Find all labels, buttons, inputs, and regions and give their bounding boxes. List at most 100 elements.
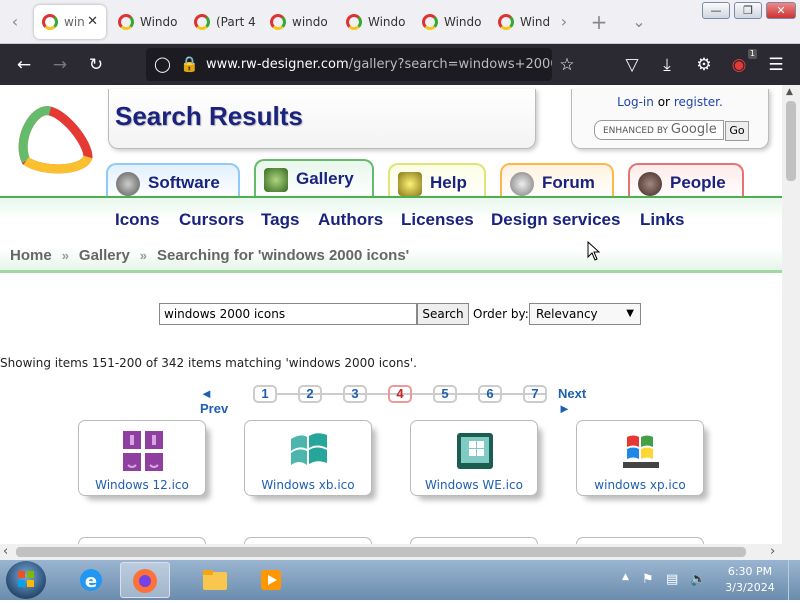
result-card[interactable]: Windows WE.ico	[410, 420, 538, 496]
login-link[interactable]: Log-in	[617, 95, 654, 109]
tab-gallery[interactable]: Gallery	[254, 159, 374, 199]
scroll-left-icon[interactable]: ‹	[3, 544, 8, 560]
menu-tags[interactable]: Tags	[261, 210, 299, 230]
clock[interactable]: 6:30 PM 3/3/2024	[720, 564, 780, 596]
result-card[interactable]: Windows 12.ico	[78, 420, 206, 496]
menu-links[interactable]: Links	[640, 210, 684, 230]
pocket-icon[interactable]: ▽	[620, 53, 644, 77]
result-card-partial[interactable]	[410, 537, 538, 544]
taskbar-media-button[interactable]	[246, 562, 296, 598]
maximize-button[interactable]: ❐	[734, 2, 762, 19]
tab-4[interactable]: windo	[262, 5, 334, 39]
taskbar-ie-button[interactable]: e	[66, 562, 116, 598]
rw-logo-icon[interactable]	[14, 99, 98, 177]
google-search-input[interactable]: ENHANCED BY Google	[594, 120, 724, 140]
tab-software[interactable]: Software	[106, 163, 240, 199]
start-button[interactable]	[6, 561, 46, 599]
breadcrumb-home[interactable]: Home	[10, 247, 52, 264]
search-button[interactable]: Search	[417, 303, 469, 325]
menu-licenses[interactable]: Licenses	[401, 210, 474, 230]
tab-close-icon[interactable]: ✕	[87, 5, 98, 39]
volume-muted-icon[interactable]: 🔈	[690, 572, 706, 587]
lock-icon[interactable]: 🔒	[180, 48, 199, 81]
extensions-icon[interactable]: ⚙	[692, 53, 716, 77]
register-link[interactable]: register.	[674, 95, 723, 109]
bookmark-star-icon[interactable]: ☆	[555, 53, 579, 77]
url-bar[interactable]: ◯ 🔒 www.rw-designer.com/gallery?search=w…	[146, 48, 552, 81]
search-input[interactable]	[159, 303, 417, 325]
result-label[interactable]: windows xp.ico	[577, 478, 703, 492]
reload-icon[interactable]: ↻	[84, 53, 108, 77]
breadcrumb-gallery[interactable]: Gallery	[79, 247, 130, 264]
tab-scroll-left-button[interactable]: ‹	[4, 8, 26, 36]
show-desktop-button[interactable]	[788, 560, 800, 600]
help-icon	[398, 172, 422, 196]
pager-page[interactable]: 5	[433, 385, 457, 403]
close-window-button[interactable]: ✕	[766, 2, 796, 19]
taskbar-explorer-button[interactable]	[190, 562, 240, 598]
tab-help[interactable]: Help	[388, 163, 486, 199]
order-by-value: Relevancy	[536, 307, 598, 321]
firefox-icon	[133, 569, 157, 593]
shield-icon[interactable]: ◯	[154, 48, 171, 81]
taskbar-firefox-button[interactable]	[120, 562, 170, 598]
google-go-button[interactable]: Go	[725, 121, 749, 141]
result-card[interactable]: windows xp.ico	[576, 420, 704, 496]
pager-page[interactable]: 6	[478, 385, 502, 403]
person-icon	[638, 172, 662, 196]
menu-icons[interactable]: Icons	[115, 210, 159, 230]
result-label[interactable]: Windows WE.ico	[411, 478, 537, 492]
pager-page-current: 4	[388, 385, 412, 403]
pager-page[interactable]: 7	[523, 385, 547, 403]
windows-xp-icon	[623, 435, 659, 468]
scroll-right-icon[interactable]: ›	[770, 544, 775, 560]
pager-page[interactable]: 1	[253, 385, 277, 403]
pager-page[interactable]: 2	[298, 385, 322, 403]
order-by-select[interactable]: Relevancy ▼	[529, 303, 641, 325]
tab-3[interactable]: (Part 4	[186, 5, 258, 39]
tab-list-button[interactable]: ⌄	[628, 8, 650, 36]
tab-label: windo	[292, 15, 328, 29]
tab-forum[interactable]: Forum	[500, 163, 614, 199]
result-card-partial[interactable]	[244, 537, 372, 544]
vertical-scroll-thumb[interactable]	[786, 101, 796, 181]
ublock-icon[interactable]: ◉ 1	[727, 49, 757, 77]
tab-scroll-right-button[interactable]: ›	[553, 8, 575, 36]
tab-people[interactable]: People	[628, 163, 744, 199]
tab-5[interactable]: Windo	[338, 5, 410, 39]
tab-6[interactable]: Windo	[414, 5, 486, 39]
pager-prev-link[interactable]: ◄ Prev	[200, 386, 228, 416]
back-arrow-icon[interactable]: ←	[12, 53, 36, 77]
vertical-scrollbar[interactable]: ▲	[782, 85, 800, 544]
downloads-icon[interactable]: ⤓	[655, 53, 679, 77]
minimize-button[interactable]: —	[702, 2, 730, 19]
clock-date: 3/3/2024	[725, 581, 775, 594]
menu-cursors[interactable]: Cursors	[179, 210, 244, 230]
horizontal-scrollbar[interactable]: ‹ ›	[0, 544, 800, 560]
pager-next-link[interactable]: Next ►	[558, 386, 586, 416]
double-chevron-icon: »	[139, 248, 148, 263]
tab-2[interactable]: Windo	[110, 5, 182, 39]
flag-icon[interactable]: ⚑	[642, 572, 654, 587]
login-or-text: or	[657, 95, 670, 109]
result-label[interactable]: Windows 12.ico	[79, 478, 205, 492]
result-card-partial[interactable]	[78, 537, 206, 544]
menu-design-services[interactable]: Design services	[491, 210, 620, 230]
pager-page[interactable]: 3	[343, 385, 367, 403]
network-icon[interactable]: ▤	[666, 572, 678, 587]
menu-hamburger-icon[interactable]: ☰	[764, 53, 788, 77]
new-tab-button[interactable]: +	[588, 8, 610, 36]
result-label[interactable]: Windows xb.ico	[245, 478, 371, 492]
tab-active[interactable]: win ✕	[34, 5, 106, 39]
tab-7[interactable]: Wind	[490, 5, 550, 39]
menu-authors[interactable]: Authors	[318, 210, 383, 230]
horizontal-scroll-thumb[interactable]	[16, 547, 746, 557]
browser-nav-bar: ← → ↻ ◯ 🔒 www.rw-designer.com/gallery?se…	[0, 44, 800, 85]
tray-expand-icon[interactable]: ▲	[622, 572, 629, 582]
windows-logo-icon	[18, 571, 34, 587]
tab-label: Wind	[520, 15, 550, 29]
forward-arrow-icon[interactable]: →	[48, 53, 72, 77]
result-card-partial[interactable]	[576, 537, 704, 544]
result-card[interactable]: Windows xb.ico	[244, 420, 372, 496]
scroll-up-icon[interactable]: ▲	[786, 87, 793, 97]
